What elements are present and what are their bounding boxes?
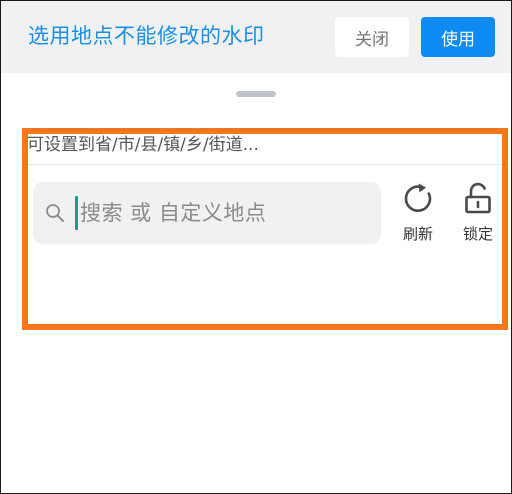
use-button[interactable]: 使用 — [421, 17, 495, 57]
header-bar: 选用地点不能修改的水印 关闭 使用 — [1, 1, 511, 73]
text-caret — [75, 196, 78, 230]
lock-button[interactable]: 锁定 — [454, 179, 502, 249]
unlock-icon — [465, 182, 491, 214]
header-title: 选用地点不能修改的水印 — [28, 24, 265, 48]
watermark-location-sheet: 选用地点不能修改的水印 关闭 使用 可设置到省/市/县/镇/乡/街道... 搜索… — [0, 0, 512, 494]
close-button[interactable]: 关闭 — [335, 17, 409, 57]
lock-label: 锁定 — [462, 225, 493, 243]
divider — [21, 164, 511, 165]
refresh-button[interactable]: 刷新 — [394, 179, 442, 249]
search-placeholder: 搜索 或 自定义地点 — [80, 201, 267, 225]
search-icon — [46, 204, 64, 222]
drag-handle[interactable] — [236, 91, 276, 97]
refresh-icon — [404, 183, 432, 212]
location-hint: 可设置到省/市/县/镇/乡/街道... — [27, 135, 259, 155]
search-input[interactable]: 搜索 或 自定义地点 — [33, 182, 381, 244]
refresh-label: 刷新 — [402, 225, 433, 243]
